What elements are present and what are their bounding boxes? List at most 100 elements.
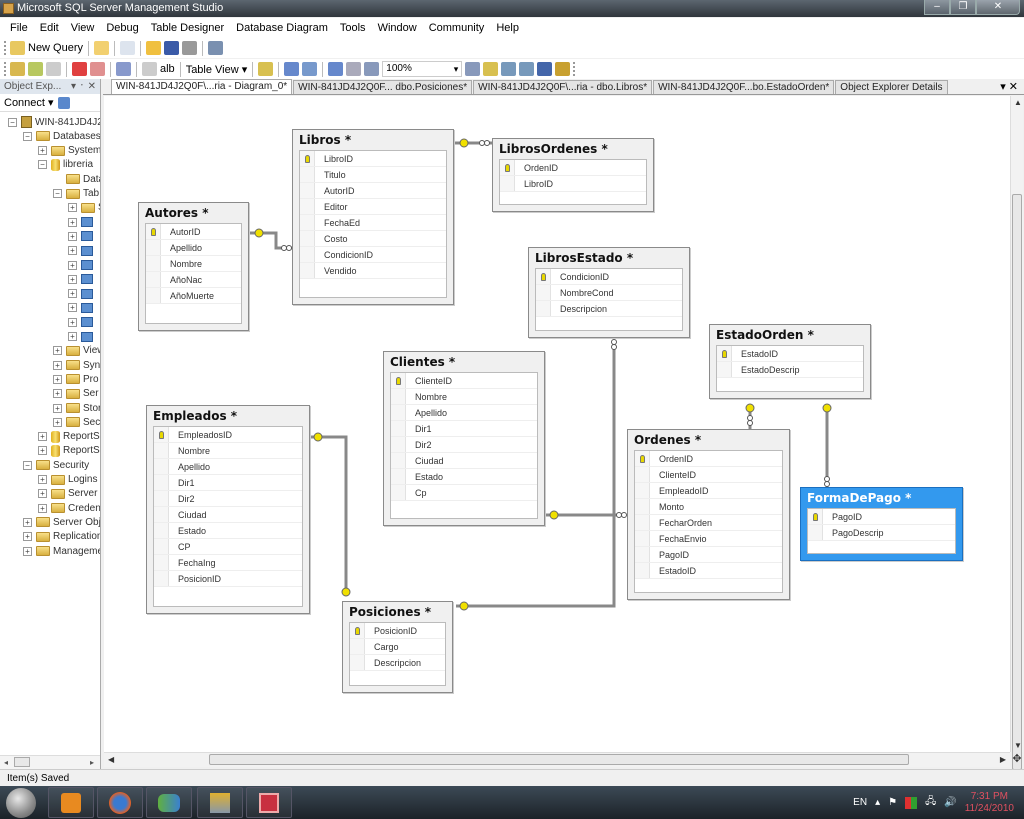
row-selector[interactable]: [300, 215, 315, 230]
remove-from-diagram-icon[interactable]: [90, 62, 105, 76]
generate-script-icon[interactable]: [116, 62, 131, 76]
menu-window[interactable]: Window: [372, 22, 423, 34]
tab-libros[interactable]: WIN-841JD4J2Q0F\...ria - dbo.Libros*: [473, 80, 653, 94]
column-row[interactable]: CP: [154, 539, 302, 555]
new-page-icon[interactable]: [328, 62, 344, 76]
row-selector[interactable]: [154, 491, 169, 506]
column-row[interactable]: PagoID: [808, 509, 955, 525]
column-row[interactable]: Editor: [300, 199, 446, 215]
column-row[interactable]: EstadoID: [717, 346, 863, 362]
column-row[interactable]: OrdenID: [500, 160, 646, 176]
column-row[interactable]: Estado: [391, 469, 537, 485]
tree-node[interactable]: + Pro: [53, 372, 99, 386]
collapse-icon[interactable]: −: [8, 117, 17, 127]
row-selector[interactable]: [500, 160, 515, 175]
row-selector[interactable]: [146, 224, 161, 239]
column-row[interactable]: FechaEnvio: [635, 531, 782, 547]
table-view-dropdown[interactable]: Table View ▾: [186, 63, 248, 76]
tree-node[interactable]: − Security: [23, 458, 89, 472]
tree-node[interactable]: + Ser: [53, 387, 99, 401]
expand-icon[interactable]: +: [68, 260, 77, 270]
windows-update-icon[interactable]: [905, 796, 918, 809]
view-page-breaks-icon[interactable]: [364, 62, 380, 76]
row-selector[interactable]: [154, 555, 169, 570]
column-row[interactable]: Ciudad: [154, 507, 302, 523]
add-related-tables-icon[interactable]: [46, 62, 61, 76]
expand-icon[interactable]: +: [38, 503, 47, 513]
tree-node[interactable]: + Logins: [38, 473, 97, 487]
tree-node[interactable]: + ReportS: [38, 430, 100, 444]
table-name[interactable]: LibrosOrdenes *: [493, 139, 653, 158]
row-selector[interactable]: [146, 272, 161, 287]
arrange-tables-icon[interactable]: [284, 62, 300, 76]
expand-icon[interactable]: +: [68, 274, 77, 284]
row-selector[interactable]: [635, 451, 650, 466]
row-selector[interactable]: [391, 469, 406, 484]
column-row[interactable]: FechaEd: [300, 215, 446, 231]
column-row[interactable]: PagoDescrip: [808, 525, 955, 541]
zoom-dropdown[interactable]: 100%: [382, 61, 463, 77]
column-row[interactable]: Dir2: [391, 437, 537, 453]
clock[interactable]: 7:31 PM 11/24/2010: [965, 791, 1014, 815]
column-row[interactable]: Nombre: [391, 389, 537, 405]
expand-icon[interactable]: +: [68, 217, 77, 227]
row-selector[interactable]: [154, 443, 169, 458]
expand-icon[interactable]: +: [38, 475, 47, 484]
tree-node[interactable]: − WIN-841JD4J2: [8, 115, 100, 129]
column-row[interactable]: LibroID: [300, 151, 446, 167]
row-selector[interactable]: [635, 563, 650, 578]
column-row[interactable]: Costo: [300, 231, 446, 247]
tree-node[interactable]: +: [68, 215, 96, 229]
collapse-icon[interactable]: −: [53, 189, 62, 198]
row-selector[interactable]: [635, 515, 650, 530]
table-name[interactable]: Clientes *: [384, 352, 544, 371]
diagram-table[interactable]: Libros * LibroID Titulo AutorID Editor FechaE…: [292, 129, 454, 305]
expand-icon[interactable]: +: [38, 146, 47, 156]
row-selector[interactable]: [717, 346, 732, 361]
expand-icon[interactable]: +: [68, 317, 77, 327]
menu-database-diagram[interactable]: Database Diagram: [230, 22, 334, 34]
expand-icon[interactable]: +: [68, 231, 77, 241]
row-selector[interactable]: [391, 437, 406, 452]
menu-tools[interactable]: Tools: [334, 22, 372, 34]
column-row[interactable]: Nombre: [154, 443, 302, 459]
toolbar-overflow[interactable]: [573, 62, 576, 76]
menu-help[interactable]: Help: [490, 22, 525, 34]
expand-icon[interactable]: +: [23, 546, 32, 556]
row-selector[interactable]: [154, 539, 169, 554]
menu-edit[interactable]: Edit: [34, 22, 65, 34]
diagram-table[interactable]: FormaDePago * PagoID PagoDescrip: [800, 487, 963, 561]
column-row[interactable]: Ciudad: [391, 453, 537, 469]
column-row[interactable]: Estado: [154, 523, 302, 539]
row-selector[interactable]: [635, 531, 650, 546]
column-row[interactable]: Apellido: [391, 405, 537, 421]
expand-icon[interactable]: +: [53, 417, 62, 427]
row-selector[interactable]: [391, 405, 406, 420]
autosize-tables-icon[interactable]: [302, 62, 318, 76]
row-selector[interactable]: [154, 427, 169, 442]
tab-list-close-controls[interactable]: ▾ ✕: [1000, 80, 1018, 93]
set-primary-key-icon[interactable]: [142, 62, 157, 76]
tree-node[interactable]: − libreria: [38, 158, 93, 172]
scroll-up-arrow[interactable]: ▲: [1014, 98, 1022, 107]
diagram-table[interactable]: Ordenes * OrdenID ClienteID EmpleadoID Monto…: [627, 429, 790, 600]
tree-node[interactable]: + Replication: [23, 530, 100, 544]
new-document-icon[interactable]: [120, 41, 136, 55]
row-selector[interactable]: [391, 373, 406, 388]
tree-node[interactable]: − Databases: [23, 129, 100, 143]
column-row[interactable]: ClienteID: [391, 373, 537, 389]
tree-node[interactable]: +: [68, 258, 96, 272]
column-row[interactable]: Descripcion: [536, 301, 682, 317]
connect-button[interactable]: Connect ▾: [4, 96, 54, 109]
row-selector[interactable]: [500, 176, 515, 191]
row-selector[interactable]: [391, 485, 406, 500]
language-indicator[interactable]: EN: [853, 797, 867, 808]
row-selector[interactable]: [635, 483, 650, 498]
diagram-table[interactable]: LibrosOrdenes * OrdenID LibroID: [492, 138, 654, 212]
expand-icon[interactable]: +: [68, 246, 77, 256]
tree-node[interactable]: + Syn: [53, 358, 100, 372]
column-row[interactable]: Apellido: [146, 240, 241, 256]
column-row[interactable]: FechaIng: [154, 555, 302, 571]
column-row[interactable]: Apellido: [154, 459, 302, 475]
tree-node[interactable]: +: [68, 315, 96, 329]
